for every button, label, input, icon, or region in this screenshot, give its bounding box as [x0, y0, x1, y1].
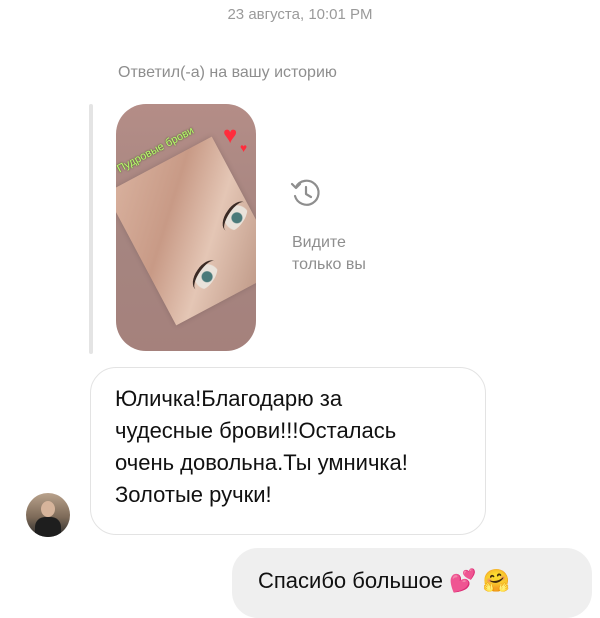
outgoing-message-bubble[interactable]: Спасибо большое 💕 🤗	[232, 548, 592, 618]
message-timestamp: 23 августа, 10:01 PM	[227, 6, 373, 23]
story-thumbnail[interactable]: Пудровые брови ♥ ♥	[116, 104, 256, 351]
heart-icon: ♥	[223, 122, 238, 149]
message-line: чудесные брови!!!Осталась	[115, 418, 397, 443]
story-reply-label: Ответил(-а) на вашу историю	[118, 64, 337, 81]
visibility-note-line: Видите	[292, 234, 346, 251]
eye-image	[217, 197, 253, 236]
incoming-message-bubble[interactable]: Юличка!Благодарю за чудесные брови!!!Ост…	[90, 367, 486, 535]
sender-avatar[interactable]	[26, 493, 70, 537]
history-icon	[290, 179, 320, 206]
avatar-head	[41, 501, 55, 517]
heart-icon: ♥	[240, 141, 248, 155]
message-line: очень довольна.Ты умничка!	[115, 450, 408, 475]
hugging-face-emoji-icon: 🤗	[482, 568, 511, 593]
visibility-note: Видите только вы	[292, 232, 366, 276]
two-hearts-emoji-icon: 💕	[449, 568, 477, 593]
message-line: Золотые ручки!	[115, 482, 272, 507]
message-line: Юличка!Благодарю за	[115, 386, 343, 411]
message-text: Спасибо большое	[258, 568, 444, 593]
eye-image	[187, 256, 223, 295]
avatar-body	[35, 517, 61, 537]
reply-quote-bar	[89, 104, 93, 354]
visibility-note-line: только вы	[292, 256, 366, 273]
